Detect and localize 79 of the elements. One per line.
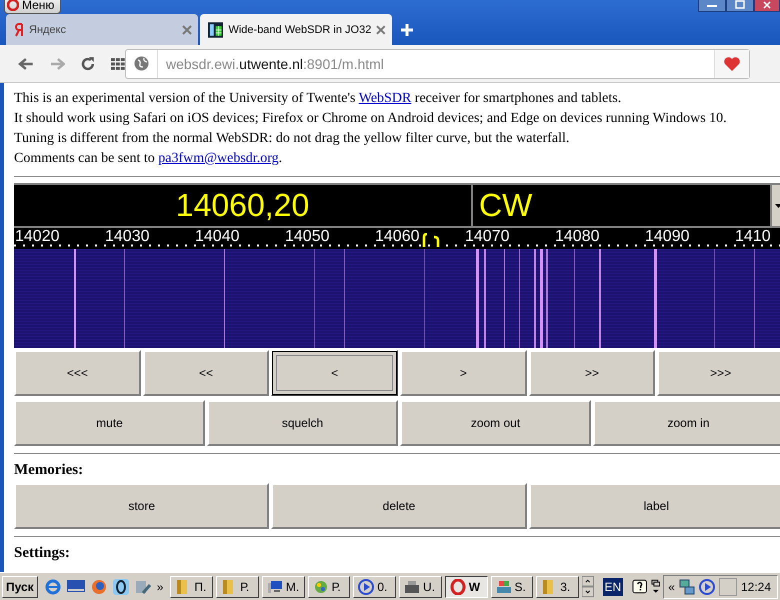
apps-grid-icon[interactable]	[111, 58, 125, 70]
installer-icon	[496, 578, 512, 594]
globe-icon	[134, 56, 149, 71]
close-icon[interactable]	[754, 0, 780, 12]
taskbar-button[interactable]: Р.	[308, 576, 350, 598]
memory-button[interactable]: label	[528, 483, 780, 529]
start-button[interactable]: Пуск	[2, 576, 38, 598]
taskbar-button[interactable]: 0.	[353, 576, 396, 598]
new-tab-icon[interactable]	[400, 23, 414, 37]
taskbar-button[interactable]: М.	[262, 576, 305, 598]
tuning-button[interactable]: squelch	[207, 400, 398, 446]
scale-label: 14060	[375, 228, 420, 245]
link[interactable]: pa3fwm@websdr.org	[158, 151, 279, 166]
scale-label: 14040	[195, 228, 240, 245]
address-field[interactable]: websdr.ewi.utwente.nl:8901/m.html	[125, 48, 750, 78]
opera-logo-icon	[7, 0, 19, 11]
taskbar-button[interactable]: П.	[170, 576, 214, 598]
reload-icon[interactable]	[81, 56, 96, 70]
scale-label: 14030	[105, 228, 150, 245]
section-heading: Memories:	[14, 462, 84, 479]
waterfall-logo-icon	[208, 22, 224, 38]
help-icon[interactable]	[632, 578, 648, 594]
menu-button[interactable]: Меню	[4, 0, 62, 14]
minimize-icon[interactable]	[698, 0, 726, 12]
play-circle-icon	[358, 578, 374, 594]
scale-label: 14050	[285, 228, 330, 245]
tray-expand-button[interactable]: «	[668, 580, 675, 594]
browser-e-icon[interactable]	[44, 578, 61, 594]
tuning-button[interactable]: >>	[528, 350, 656, 396]
tuning-button[interactable]: <<	[142, 350, 270, 396]
window-switch-icon[interactable]	[650, 578, 660, 594]
ring-logo-icon	[450, 578, 466, 594]
computer-icon	[266, 578, 283, 594]
section-heading: Settings:	[14, 545, 71, 562]
intro-text: This is an experimental version of the University of Twente's WebSDR receiver for smartphones and tablets.	[14, 90, 622, 108]
dropdown-arrow-icon[interactable]	[774, 204, 780, 208]
tuning-button[interactable]: zoom in	[593, 400, 780, 446]
mode-select[interactable]: CW	[473, 185, 770, 226]
clock: 12:24	[740, 580, 771, 594]
network-icon[interactable]	[678, 578, 695, 594]
filter-curve-icon[interactable]	[422, 233, 440, 247]
scale-label: 14080	[555, 228, 600, 245]
tuning-button[interactable]: mute	[14, 400, 205, 446]
intro-text: Comments can be sent to pa3fwm@websdr.org.	[14, 150, 284, 168]
memory-button[interactable]: delete	[271, 483, 527, 529]
frequency-readout: 14060,20	[14, 185, 471, 226]
letter-logo-icon	[14, 22, 24, 36]
palette-icon	[312, 578, 329, 594]
memory-button[interactable]: store	[14, 483, 270, 529]
desktop-icon[interactable]	[66, 580, 85, 594]
intro-text: It should work using Safari on iOS devices; Firefox or Chrome on Android devices; and Edge on devices running Windows 10.	[14, 110, 728, 128]
waterfall-spectrogram[interactable]	[14, 249, 780, 348]
back-icon[interactable]	[18, 56, 34, 70]
intro-text: Tuning is different from the normal WebSDR: do not drag the yellow filter curve, but the waterfall.	[14, 130, 570, 148]
tuning-button[interactable]: >>>	[657, 350, 780, 396]
language-indicator[interactable]: EN	[602, 578, 624, 596]
browser-tab[interactable]: Яндекс	[6, 14, 198, 45]
tuning-button[interactable]: >	[400, 350, 527, 396]
taskbar-button[interactable]: Р.	[216, 576, 259, 598]
scale-label: 14090	[645, 228, 690, 245]
tuning-button[interactable]: <<<	[14, 350, 141, 396]
scale-label: 1410	[735, 228, 771, 245]
tuning-button[interactable]: <	[271, 350, 398, 396]
ring-icon[interactable]	[112, 578, 129, 594]
browser-tab[interactable]: Wide-band WebSDR in JO32	[200, 14, 392, 45]
laptop-icon	[404, 578, 420, 594]
tuning-button[interactable]: zoom out	[400, 400, 591, 446]
link[interactable]: WebSDR	[358, 91, 412, 106]
scale-label: 14020	[15, 228, 60, 245]
taskbar-button[interactable]: S.	[490, 576, 534, 598]
taskbar-button[interactable]: U.	[399, 576, 442, 598]
more-launchers-button[interactable]: »	[156, 580, 164, 594]
play-circle-icon[interactable]	[698, 578, 715, 594]
taskbar-button[interactable]: 3.	[536, 576, 579, 598]
restore-icon[interactable]	[726, 0, 754, 12]
spinner-arrows-icon[interactable]	[582, 576, 594, 598]
scale-label: 14070	[465, 228, 510, 245]
taskbar-button[interactable]: W	[444, 576, 488, 598]
heart-icon[interactable]	[723, 56, 741, 72]
